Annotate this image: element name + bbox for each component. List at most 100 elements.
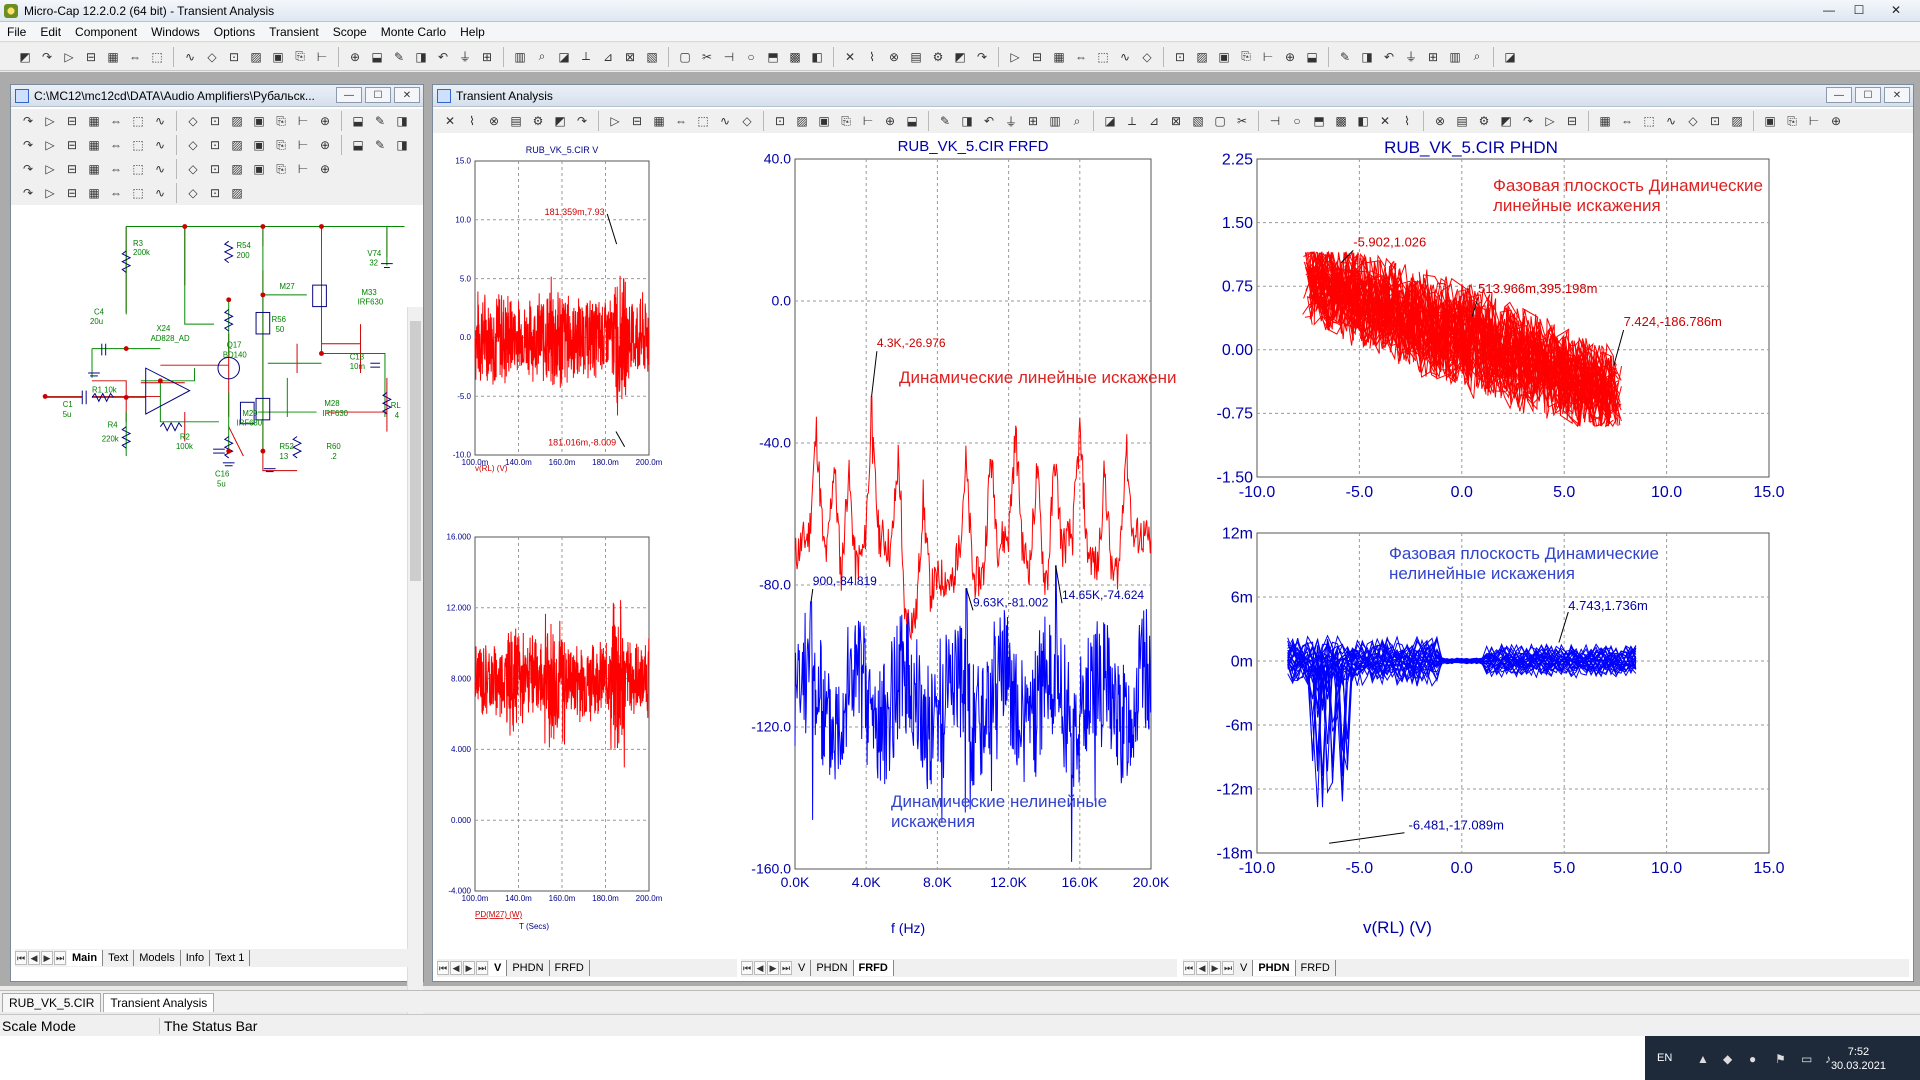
transient-tool-21-icon[interactable]: ⬓ [903, 112, 921, 130]
main-tool-50-icon[interactable]: ⊡ [1171, 48, 1189, 66]
main-tool-46-icon[interactable]: ⇔ [1072, 48, 1090, 66]
schematic-d-tool-8-icon[interactable]: ◇ [184, 184, 202, 202]
schematic-b-tool-7-icon[interactable]: ∿ [151, 136, 169, 154]
schematic-a-tool-10-icon[interactable]: ▨ [228, 112, 246, 130]
transient-tool-18-icon[interactable]: ⎘ [837, 112, 855, 130]
schematic-b-tool-10-icon[interactable]: ▨ [228, 136, 246, 154]
schematic-minimize-button[interactable]: — [336, 87, 362, 103]
schematic-c-tool-11-icon[interactable]: ▣ [250, 160, 268, 178]
schematic-close-button[interactable]: ✕ [394, 87, 420, 103]
transient-tool-42-icon[interactable]: ⌇ [1398, 112, 1416, 130]
main-tool-62-icon[interactable]: ▥ [1446, 48, 1464, 66]
schematic-a-tool-2-icon[interactable]: ▷ [41, 112, 59, 130]
main-tool-33-icon[interactable]: ⬒ [764, 48, 782, 66]
main-tool-36-icon[interactable]: ✕ [841, 48, 859, 66]
schematic-a-tool-12-icon[interactable]: ⎘ [272, 112, 290, 130]
transient-tool-35-icon[interactable]: ✂ [1233, 112, 1251, 130]
tray-nvidia-icon[interactable]: ◆ [1723, 1052, 1732, 1066]
mid-nav-first[interactable]: ⏮ [741, 961, 753, 975]
main-tool-35-icon[interactable]: ◧ [808, 48, 826, 66]
transient-tool-48-icon[interactable]: ▷ [1541, 112, 1559, 130]
schematic-a-tool-3-icon[interactable]: ⊟ [63, 112, 81, 130]
main-tool-7-icon[interactable]: ⬚ [148, 48, 166, 66]
main-tool-18-icon[interactable]: ◨ [412, 48, 430, 66]
schematic-b-tool-6-icon[interactable]: ⬚ [129, 136, 147, 154]
transient-tool-46-icon[interactable]: ◩ [1497, 112, 1515, 130]
main-tool-54-icon[interactable]: ⊢ [1259, 48, 1277, 66]
main-tool-49-icon[interactable]: ◇ [1138, 48, 1156, 66]
schematic-canvas[interactable]: R3 200k C4 20u X24 AD828_AD R1 10k C1 5u… [17, 207, 417, 912]
transient-tool-20-icon[interactable]: ⊕ [881, 112, 899, 130]
tab-info[interactable]: Info [181, 950, 211, 966]
left-nav-prev[interactable]: ◀ [450, 961, 462, 975]
schematic-a-tool-15-icon[interactable]: ⬓ [349, 112, 367, 130]
main-tool-23-icon[interactable]: ⌕ [533, 48, 551, 66]
main-tool-20-icon[interactable]: ⏚ [456, 48, 474, 66]
main-tool-41-icon[interactable]: ◩ [951, 48, 969, 66]
transient-tool-9-icon[interactable]: ⊟ [628, 112, 646, 130]
menu-scope[interactable]: Scope [326, 22, 374, 42]
left-tab-phdn[interactable]: PHDN [507, 960, 550, 976]
main-tool-10-icon[interactable]: ⊡ [225, 48, 243, 66]
transient-minimize-button[interactable]: — [1826, 87, 1852, 103]
main-tool-27-icon[interactable]: ⊠ [621, 48, 639, 66]
transient-tool-44-icon[interactable]: ▤ [1453, 112, 1471, 130]
schematic-b-tool-1-icon[interactable]: ↷ [19, 136, 37, 154]
transient-tool-26-icon[interactable]: ⊞ [1024, 112, 1042, 130]
transient-tool-22-icon[interactable]: ✎ [936, 112, 954, 130]
menu-options[interactable]: Options [207, 22, 262, 42]
tab-models[interactable]: Models [134, 950, 181, 966]
main-tool-25-icon[interactable]: ⟂ [577, 48, 595, 66]
transient-tool-25-icon[interactable]: ⏚ [1002, 112, 1020, 130]
schematic-c-tool-5-icon[interactable]: ⇔ [107, 160, 125, 178]
transient-tool-15-icon[interactable]: ⊡ [771, 112, 789, 130]
maximize-button[interactable]: ☐ [1844, 0, 1874, 20]
schematic-b-tool-9-icon[interactable]: ⊡ [206, 136, 224, 154]
left-nav-first[interactable]: ⏮ [437, 961, 449, 975]
schematic-d-tool-9-icon[interactable]: ⊡ [206, 184, 224, 202]
main-tool-2-icon[interactable]: ↷ [38, 48, 56, 66]
main-tool-56-icon[interactable]: ⬓ [1303, 48, 1321, 66]
main-tool-39-icon[interactable]: ▤ [907, 48, 925, 66]
main-tool-1-icon[interactable]: ◩ [16, 48, 34, 66]
main-tool-9-icon[interactable]: ◇ [203, 48, 221, 66]
transient-tool-2-icon[interactable]: ⌇ [463, 112, 481, 130]
tray-chevron-up-icon[interactable]: ▲ [1697, 1052, 1709, 1066]
transient-tool-57-icon[interactable]: ▣ [1761, 112, 1779, 130]
schematic-b-tool-5-icon[interactable]: ⇔ [107, 136, 125, 154]
schematic-a-tool-9-icon[interactable]: ⊡ [206, 112, 224, 130]
main-tool-57-icon[interactable]: ✎ [1336, 48, 1354, 66]
transient-tool-8-icon[interactable]: ▷ [606, 112, 624, 130]
transient-tool-27-icon[interactable]: ▥ [1046, 112, 1064, 130]
schematic-d-tool-4-icon[interactable]: ▦ [85, 184, 103, 202]
main-tool-12-icon[interactable]: ▣ [269, 48, 287, 66]
transient-tool-10-icon[interactable]: ▦ [650, 112, 668, 130]
main-tool-3-icon[interactable]: ▷ [60, 48, 78, 66]
main-tool-17-icon[interactable]: ✎ [390, 48, 408, 66]
transient-tool-33-icon[interactable]: ▧ [1189, 112, 1207, 130]
schematic-c-tool-12-icon[interactable]: ⎘ [272, 160, 290, 178]
transient-tool-6-icon[interactable]: ◩ [551, 112, 569, 130]
schematic-c-tool-9-icon[interactable]: ⊡ [206, 160, 224, 178]
schematic-b-tool-2-icon[interactable]: ▷ [41, 136, 59, 154]
left-plot-panel[interactable]: 100.0m 140.0m 160.0m 180.0m 200.0m15.010.05.… [439, 137, 735, 955]
mid-tab-v[interactable]: V [793, 960, 812, 976]
transient-tool-37-icon[interactable]: ○ [1288, 112, 1306, 130]
transient-tool-4-icon[interactable]: ▤ [507, 112, 525, 130]
schematic-a-tool-13-icon[interactable]: ⊢ [294, 112, 312, 130]
left-tab-v[interactable]: V [489, 960, 508, 976]
main-tool-38-icon[interactable]: ⊗ [885, 48, 903, 66]
minimize-button[interactable]: — [1814, 0, 1844, 20]
mid-nav-next[interactable]: ▶ [767, 961, 779, 975]
mid-nav-prev[interactable]: ◀ [754, 961, 766, 975]
main-tool-31-icon[interactable]: ⊣ [720, 48, 738, 66]
transient-tool-47-icon[interactable]: ↷ [1519, 112, 1537, 130]
transient-tool-11-icon[interactable]: ⇔ [672, 112, 690, 130]
transient-tool-5-icon[interactable]: ⚙ [529, 112, 547, 130]
transient-tool-55-icon[interactable]: ⊡ [1706, 112, 1724, 130]
right-nav-next[interactable]: ▶ [1209, 961, 1221, 975]
menu-edit[interactable]: Edit [33, 22, 68, 42]
schematic-b-tool-16-icon[interactable]: ✎ [371, 136, 389, 154]
tab-nav-prev[interactable]: ◀ [28, 951, 40, 965]
transient-tool-30-icon[interactable]: ⟂ [1123, 112, 1141, 130]
